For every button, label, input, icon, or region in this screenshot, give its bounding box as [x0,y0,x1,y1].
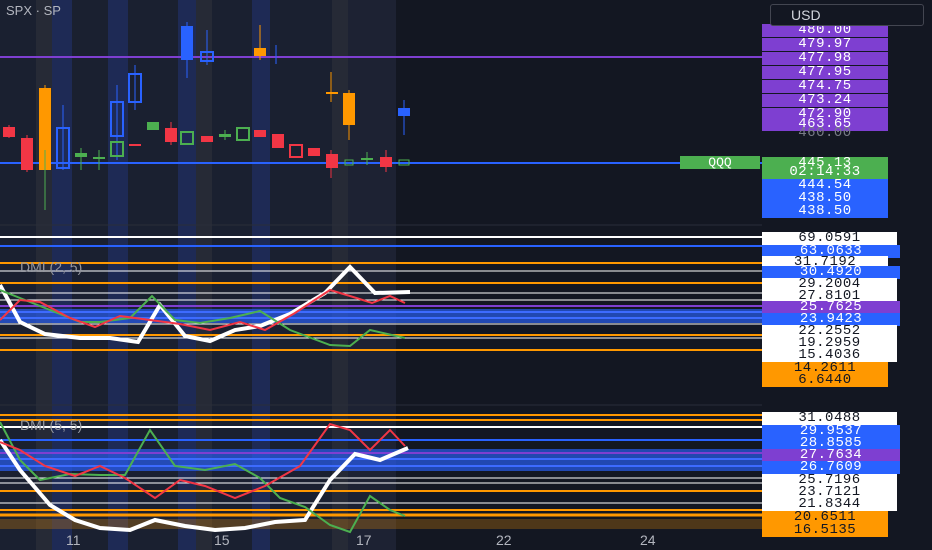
dmi1-title[interactable]: DMI (2, 5) [20,259,82,275]
candle [254,48,266,56]
candle [147,122,159,130]
time-label: 11 [66,532,81,548]
qqq-tag[interactable]: QQQ [680,156,760,169]
axis-value-label: 16.5135 [762,523,888,537]
axis-value-label: 460.00 [798,125,852,141]
candle [254,130,266,137]
time-label: 17 [356,532,372,548]
time-label: 15 [214,532,230,548]
symbol-title[interactable]: SPX · SP [6,3,61,18]
candle [272,134,284,148]
candle [129,144,141,146]
candle [398,108,410,116]
axis-value-label: 438.50 [762,204,888,218]
candle [201,136,213,142]
candle [219,134,231,137]
candle [165,128,177,142]
candle [326,92,338,94]
candle [308,148,320,156]
candle [75,153,87,157]
candle [361,158,373,160]
price-axis[interactable]: 480.00 479.97 477.98 477.95 474.75 473.24 472.… [762,0,932,550]
chart-canvas[interactable] [0,0,762,550]
candle [93,157,105,159]
candle [343,93,355,125]
candle [380,157,392,167]
currency-selector[interactable]: USD [770,4,924,26]
candle [326,154,338,168]
time-label: 24 [640,532,656,548]
candle [21,138,33,170]
axis-value-label: 6.6440 [762,373,888,387]
dmi2-title[interactable]: DMI (5, 5) [20,417,82,433]
candle [3,127,15,137]
chart-area[interactable]: SPX · SP DMI (2, 5) DMI (5, 5) QQQ 11 15… [0,0,762,550]
candle [181,26,193,60]
time-label: 22 [496,532,512,548]
